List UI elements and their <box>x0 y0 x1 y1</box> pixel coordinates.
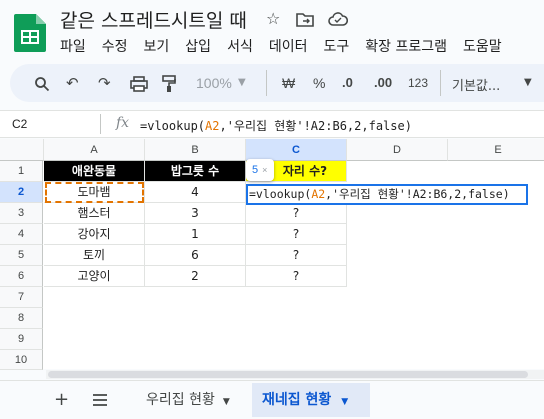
cell-b4[interactable]: 1 <box>145 224 246 245</box>
row-header-6[interactable]: 6 <box>0 266 43 287</box>
star-icon[interactable]: ☆ <box>266 9 280 28</box>
increase-decimal-button[interactable]: .00 <box>374 75 392 90</box>
cloud-status-icon[interactable] <box>328 11 348 27</box>
menu-tools[interactable]: 도구 <box>323 36 349 56</box>
column-header-e[interactable]: E <box>448 139 544 161</box>
cell-b5[interactable]: 6 <box>145 245 246 266</box>
fx-icon: fx <box>116 115 130 131</box>
formula-prefix: =vlookup( <box>140 119 206 133</box>
row-header-7[interactable]: 7 <box>0 287 43 308</box>
zoom-select[interactable]: 100% <box>196 75 232 91</box>
all-sheets-icon[interactable] <box>92 394 108 406</box>
close-icon[interactable]: × <box>262 165 267 175</box>
zoom-chevron-icon[interactable]: ▼ <box>238 77 246 88</box>
decrease-decimal-button[interactable]: .0 <box>342 75 353 90</box>
formula-arg-a2: A2 <box>205 119 220 133</box>
font-select[interactable]: 기본값... <box>452 75 500 94</box>
cell-a3[interactable]: 햄스터 <box>44 203 145 224</box>
scrollbar-thumb[interactable] <box>48 371 528 378</box>
sheets-logo-icon[interactable] <box>14 14 46 52</box>
cell-a6[interactable]: 고양이 <box>44 266 145 287</box>
column-header-b[interactable]: B <box>145 139 246 161</box>
cell-b2[interactable]: 4 <box>145 182 246 203</box>
formula-input[interactable]: =vlookup(A2,'우리집 현황'!A2:B6,2,false) <box>140 117 412 134</box>
sheet-tab-1[interactable]: 우리집 현황 ▼ <box>136 383 248 417</box>
cell-a1[interactable]: 애완동물 <box>44 161 145 182</box>
toolbar-divider <box>440 70 441 96</box>
document-title[interactable]: 같은 스프레드시트일 때 <box>60 6 247 33</box>
editor-prefix: =vlookup( <box>249 187 312 201</box>
row-header-5[interactable]: 5 <box>0 245 43 266</box>
print-icon[interactable] <box>130 76 148 92</box>
cell-a4[interactable]: 강아지 <box>44 224 145 245</box>
row-header-1[interactable]: 1 <box>0 161 43 182</box>
font-chevron-icon[interactable]: ▼ <box>524 77 532 88</box>
name-box[interactable]: C2 <box>12 117 27 131</box>
row-header-4[interactable]: 4 <box>0 224 43 245</box>
cell-b3[interactable]: 3 <box>145 203 246 224</box>
editor-arg-a2: A2 <box>311 187 326 201</box>
menu-view[interactable]: 보기 <box>144 36 170 56</box>
sheet-tab-2-label: 재네집 현황 <box>262 392 332 408</box>
sheet-tab-chevron-icon[interactable]: ▼ <box>341 397 348 407</box>
formula-preview-tooltip: 5 × <box>246 159 274 181</box>
cell-b6[interactable]: 2 <box>145 266 246 287</box>
menu-format[interactable]: 서식 <box>227 36 253 56</box>
menu-help[interactable]: 도움말 <box>463 36 502 56</box>
cell-c5[interactable]: ? <box>246 245 347 266</box>
search-icon[interactable] <box>34 76 50 92</box>
sheet-tab-1-label: 우리집 현황 <box>146 392 215 408</box>
cell-b1[interactable]: 밥그릇 수 <box>145 161 246 182</box>
menu-extensions[interactable]: 확장 프로그램 <box>365 36 447 56</box>
sheet-tab-chevron-icon[interactable]: ▼ <box>223 397 230 407</box>
column-header-a[interactable]: A <box>44 139 145 161</box>
preview-value: 5 <box>252 164 259 176</box>
add-sheet-icon[interactable]: + <box>54 389 69 410</box>
editor-rest: ,'우리집 현황'!A2:B6,2,false) <box>325 187 510 201</box>
select-all-corner[interactable] <box>0 139 44 161</box>
menu-insert[interactable]: 삽입 <box>185 36 211 56</box>
menu-bar: 파일 수정 보기 삽입 서식 데이터 도구 확장 프로그램 도움말 <box>60 36 518 56</box>
number-format-button[interactable]: 123 <box>408 76 428 90</box>
currency-format-button[interactable]: ₩ <box>282 75 295 91</box>
cell-a5[interactable]: 토끼 <box>44 245 145 266</box>
undo-icon[interactable]: ↶ <box>66 74 79 92</box>
range-highlight-a2 <box>45 182 144 203</box>
row-header-10[interactable]: 10 <box>0 350 43 370</box>
formula-rest: ,'우리집 현황'!A2:B6,2,false) <box>219 119 412 133</box>
menu-edit[interactable]: 수정 <box>102 36 128 56</box>
row-header-8[interactable]: 8 <box>0 308 43 329</box>
percent-format-button[interactable]: % <box>313 75 325 91</box>
toolbar-divider <box>266 70 267 96</box>
row-header-2[interactable]: 2 <box>0 182 43 203</box>
formula-bar-divider <box>100 114 101 134</box>
cell-c3[interactable]: ? <box>246 203 347 224</box>
cell-editor-c2[interactable]: =vlookup(A2,'우리집 현황'!A2:B6,2,false) <box>246 184 528 205</box>
move-folder-icon[interactable] <box>296 11 314 27</box>
sheet-tab-2[interactable]: 재네집 현황 ▼ <box>252 383 370 417</box>
paint-format-icon[interactable] <box>162 75 176 93</box>
redo-icon[interactable]: ↷ <box>98 74 111 92</box>
column-header-d[interactable]: D <box>347 139 448 161</box>
cell-c4[interactable]: ? <box>246 224 347 245</box>
cell-c6[interactable]: ? <box>246 266 347 287</box>
row-header-9[interactable]: 9 <box>0 329 43 350</box>
menu-file[interactable]: 파일 <box>60 36 86 56</box>
row-header-3[interactable]: 3 <box>0 203 43 224</box>
column-header-c[interactable]: C <box>246 139 347 161</box>
menu-data[interactable]: 데이터 <box>269 36 308 56</box>
